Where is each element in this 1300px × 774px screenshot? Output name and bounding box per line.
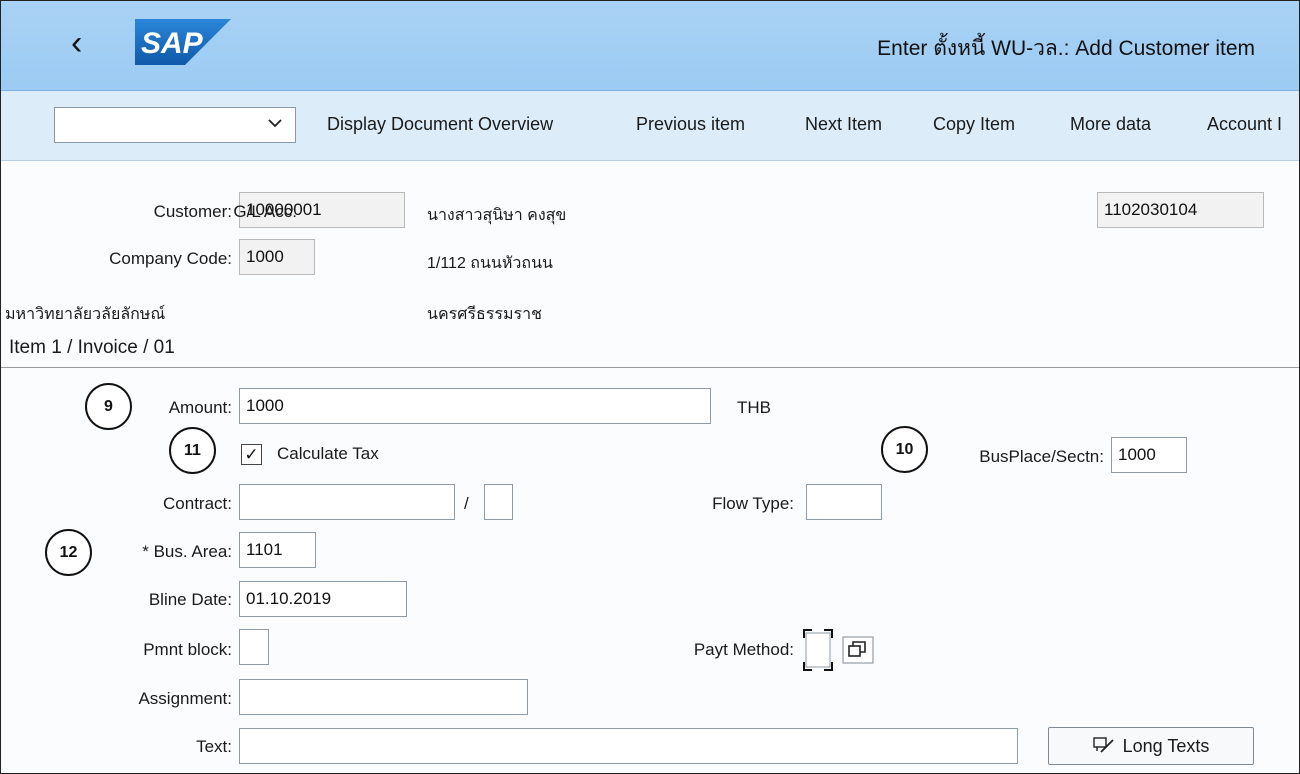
title-bar: ‹ SAP Enter ตั้งหนี้ WU-วล.: Add Custome… <box>1 1 1299 91</box>
customer-address: 1/112 ถนนหัวถนน <box>427 255 553 272</box>
company-code-field[interactable]: 1000 <box>239 239 315 275</box>
display-document-overview-button[interactable]: Display Document Overview <box>327 114 553 135</box>
payment-method-label: Payt Method: <box>693 640 794 659</box>
contract-label: Contract: <box>163 494 232 513</box>
customer-name: นางสาวสุนิษา คงสุข <box>427 207 567 224</box>
step-marker-9: 9 <box>85 383 132 430</box>
bus-area-label: Bus. Area: <box>153 542 232 561</box>
amount-field[interactable]: 1000 <box>239 388 711 424</box>
amount-label: Amount: <box>168 398 232 417</box>
chevron-down-icon <box>268 119 282 128</box>
command-dropdown[interactable] <box>54 107 296 143</box>
text-label: Text: <box>196 737 232 756</box>
payment-method-field[interactable] <box>803 629 833 671</box>
gl-account-label: G/L Acc: <box>233 202 297 221</box>
company-code-label: Company Code: <box>109 249 232 268</box>
flow-type-label: Flow Type: <box>712 494 794 513</box>
assignment-label: Assignment: <box>138 689 232 708</box>
previous-item-button[interactable]: Previous item <box>636 114 745 135</box>
contract-field[interactable] <box>239 484 455 520</box>
company-name: มหาวิทยาลัยวลัยลักษณ์ <box>5 306 166 323</box>
payment-block-label: Pmnt block: <box>143 640 232 659</box>
flow-type-field[interactable] <box>806 484 882 520</box>
sap-window: ‹ SAP Enter ตั้งหนี้ WU-วล.: Add Custome… <box>0 0 1300 774</box>
contract-separator: / <box>464 494 469 513</box>
text-field[interactable] <box>239 728 1018 764</box>
assignment-field[interactable] <box>239 679 528 715</box>
calculate-tax-label: Calculate Tax <box>277 444 379 463</box>
copy-item-button[interactable]: Copy Item <box>933 114 1015 135</box>
customer-label: Customer: <box>153 202 232 221</box>
sap-logo-text: SAP <box>141 27 204 60</box>
long-texts-label: Long Texts <box>1122 736 1210 756</box>
required-asterisk: * <box>142 542 149 561</box>
screen-title: Enter ตั้งหนี้ WU-วล.: Add Customer item <box>877 37 1255 60</box>
gl-account-field[interactable]: 1102030104 <box>1097 192 1264 228</box>
value-help-icon[interactable] <box>842 636 874 664</box>
edit-text-icon <box>1092 737 1114 753</box>
customer-city: นครศรีธรรมราช <box>427 306 542 323</box>
calculate-tax-checkbox[interactable]: ✓ <box>241 444 262 465</box>
step-marker-10: 10 <box>881 426 928 473</box>
busplace-field[interactable]: 1000 <box>1111 437 1187 473</box>
back-icon[interactable]: ‹ <box>71 23 82 63</box>
contract-sub-field[interactable] <box>484 484 513 520</box>
bus-area-label-wrap: * Bus. Area: <box>142 542 232 562</box>
bline-date-label: Bline Date: <box>148 590 232 609</box>
bline-date-field[interactable]: 01.10.2019 <box>239 581 407 617</box>
next-item-button[interactable]: Next Item <box>805 114 882 135</box>
more-data-button[interactable]: More data <box>1070 114 1151 135</box>
payment-block-field[interactable] <box>239 629 269 665</box>
item-section-title: Item 1 / Invoice / 01 <box>9 337 175 358</box>
account-button[interactable]: Account I <box>1207 114 1282 135</box>
step-marker-12: 12 <box>45 529 92 576</box>
step-marker-11: 11 <box>169 427 216 474</box>
busplace-label: BusPlace/Sectn: <box>979 447 1104 466</box>
long-texts-button[interactable]: Long Texts <box>1048 727 1254 765</box>
sap-logo: SAP <box>135 19 231 65</box>
bus-area-field[interactable]: 1101 <box>239 532 316 568</box>
application-toolbar: Display Document Overview Previous item … <box>1 91 1299 161</box>
section-divider <box>1 367 1299 368</box>
currency-label: THB <box>737 398 771 417</box>
